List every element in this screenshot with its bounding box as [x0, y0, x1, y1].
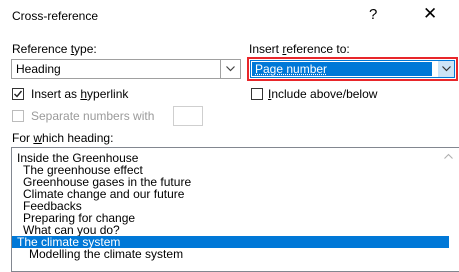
hyperlink-label: Insert as hyperlink — [31, 87, 129, 101]
reference-type-value: Heading — [16, 62, 61, 76]
which-heading-label: For which heading: — [12, 131, 114, 145]
insert-reference-label: Insert reference to: — [249, 42, 350, 56]
dialog-title: Cross-reference — [12, 9, 99, 23]
separate-numbers-checkbox[interactable] — [12, 110, 24, 122]
scroll-up-icon[interactable] — [443, 152, 453, 160]
close-button[interactable]: ✕ — [423, 4, 437, 24]
check-icon — [14, 90, 23, 98]
insert-reference-dropdown[interactable]: Page number — [250, 60, 455, 78]
heading-list[interactable]: Inside the Greenhouse The greenhouse eff… — [11, 147, 459, 272]
separator-input[interactable] — [173, 106, 203, 126]
include-above-below-checkbox[interactable] — [251, 88, 263, 100]
reference-type-dropdown[interactable]: Heading — [11, 59, 241, 79]
separate-numbers-label: Separate numbers with — [31, 109, 155, 123]
chevron-down-icon[interactable] — [438, 61, 454, 77]
reference-type-label: Reference type: — [12, 42, 97, 56]
chevron-down-icon[interactable] — [220, 60, 240, 78]
hyperlink-checkbox[interactable] — [12, 88, 24, 100]
help-button[interactable]: ? — [369, 6, 377, 23]
include-above-below-label: Include above/below — [268, 87, 378, 101]
list-item[interactable]: Modelling the climate system — [12, 248, 459, 260]
insert-reference-value: Page number — [255, 62, 328, 76]
